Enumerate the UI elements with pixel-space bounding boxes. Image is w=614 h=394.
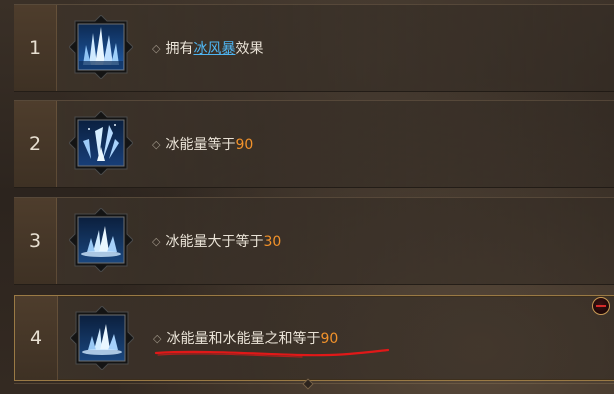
index-cell: 3 — [14, 198, 57, 284]
remove-condition-button[interactable] — [592, 297, 610, 315]
condition-text-suffix: 效果 — [235, 41, 264, 57]
condition-description: ◇ 冰能量和水能量之和等于90 — [153, 328, 338, 348]
diamond-bullet-icon: ◇ — [152, 42, 161, 55]
diamond-bullet-icon: ◇ — [153, 332, 162, 345]
condition-row-2[interactable]: 2 ◇ 冰能量等于90 — [14, 100, 614, 188]
index-cell: 2 — [14, 101, 57, 187]
condition-text: 拥有 — [165, 41, 194, 57]
condition-index: 1 — [28, 37, 42, 59]
index-cell: 4 — [15, 296, 58, 380]
minus-icon — [596, 305, 606, 307]
condition-index: 3 — [28, 230, 42, 252]
condition-text: 冰能量大于等于 — [165, 234, 264, 250]
condition-description: ◇ 拥有冰风暴效果 — [152, 38, 263, 58]
ice-burst-crystal-icon — [69, 208, 133, 272]
diamond-bullet-icon: ◇ — [152, 235, 161, 248]
condition-text: 冰能量等于 — [165, 137, 236, 153]
condition-description: ◇ 冰能量等于90 — [152, 134, 253, 154]
ice-storm-crystal-icon — [69, 15, 133, 79]
condition-description: ◇ 冰能量大于等于30 — [152, 231, 281, 251]
condition-text: 冰能量和水能量之和等于 — [166, 331, 321, 347]
condition-row-1[interactable]: 1 ◇ 拥有冰风暴效果 — [14, 4, 614, 92]
ice-storm-link[interactable]: 冰风暴 — [193, 41, 235, 57]
condition-list-panel: 1 ◇ 拥有冰风暴效果 2 ◇ 冰能量等于90 3 ◇ 冰能量大于等于30 4 … — [0, 0, 614, 394]
diamond-bullet-icon: ◇ — [152, 138, 161, 151]
condition-value: 30 — [263, 234, 282, 250]
condition-index: 4 — [29, 327, 43, 349]
condition-value: 90 — [235, 137, 254, 153]
index-cell: 1 — [14, 5, 57, 91]
ice-burst-crystal-icon — [70, 306, 134, 370]
condition-row-4[interactable]: 4 ◇ 冰能量和水能量之和等于90 — [14, 295, 614, 381]
condition-row-3[interactable]: 3 ◇ 冰能量大于等于30 — [14, 197, 614, 285]
ice-shard-crystal-icon — [69, 111, 133, 175]
condition-index: 2 — [28, 133, 42, 155]
condition-value: 90 — [320, 331, 339, 347]
